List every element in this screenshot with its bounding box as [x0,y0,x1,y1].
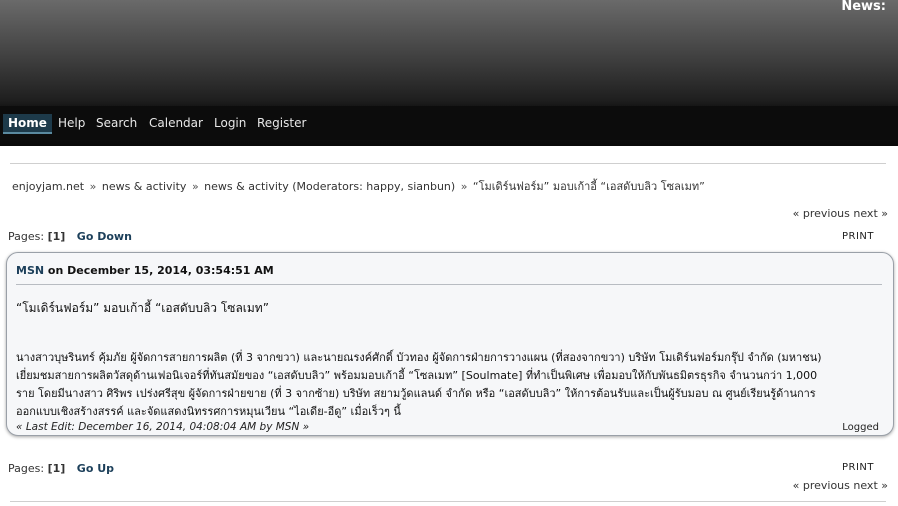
top-divider [10,163,886,164]
pagination-top: Pages: [1] Go Down [8,230,132,243]
post-date: on December 15, 2014, 03:54:51 AM [47,264,274,277]
page-number: [1] [47,462,66,475]
post-body-line: เยี่ยมชมสายการผลิตวัสดุด้านเฟอนิเจอร์ที่… [16,369,818,382]
breadcrumb: enjoyjam.net » news & activity » news & … [12,177,705,195]
page-number: [1] [47,230,66,243]
logged-label: Logged [842,422,879,433]
nav-help[interactable]: Help [53,114,90,134]
post-author[interactable]: MSN [16,264,44,277]
print-button[interactable]: PRINT [842,231,874,242]
next-topic-link-bottom[interactable]: next » [853,479,888,492]
post-body-line: ออกแบบเชิงสร้างสรรค์ และจัดแสดงนิทรรศการ… [16,405,401,418]
go-down-link[interactable]: Go Down [77,230,132,243]
breadcrumb-separator: » [460,180,468,193]
news-label: News: [841,0,886,14]
breadcrumb-category[interactable]: news & activity [102,180,187,193]
pages-label: Pages: [8,230,45,243]
nav-search[interactable]: Search [91,114,142,134]
print-button-bottom[interactable]: PRINT [842,462,874,473]
nav-login[interactable]: Login [209,114,251,134]
post-divider [16,284,882,285]
pagination-bottom: Pages: [1] Go Up [8,462,114,475]
breadcrumb-site[interactable]: enjoyjam.net [12,180,84,193]
post-container: MSN on December 15, 2014, 03:54:51 AM “โ… [6,252,894,436]
main-nav: Home Help Search Calendar Login Register [0,106,898,140]
post-header: MSN on December 15, 2014, 03:54:51 AM [16,264,274,277]
post-body-line: ราย โดยมีนางสาว ศิริพร เปร่งศรีสุข ผู้จั… [16,387,816,400]
last-edit-note: « Last Edit: December 16, 2014, 04:08:04… [16,421,310,433]
post-body: นางสาวบุษรินทร์ คุ้มภัย ผู้จัดการสายการผ… [16,349,876,421]
nav-calendar[interactable]: Calendar [144,114,208,134]
next-topic-link[interactable]: next » [853,207,888,220]
nav-register[interactable]: Register [252,114,311,134]
breadcrumb-board[interactable]: news & activity [204,180,289,193]
breadcrumb-separator: » [89,180,97,193]
previous-topic-link-bottom[interactable]: « previous [793,479,850,492]
go-up-link[interactable]: Go Up [77,462,114,475]
post-body-line: นางสาวบุษรินทร์ คุ้มภัย ผู้จัดการสายการผ… [16,351,822,364]
topic-nav-bottom: « previous next » [793,479,888,492]
breadcrumb-topic[interactable]: “โมเดิร์นฟอร์ม” มอบเก้าอี้ “เอสดับบลิว โ… [473,180,705,193]
pages-label: Pages: [8,462,45,475]
bottom-divider [10,501,886,502]
breadcrumb-moderators: (Moderators: happy, sianbun) [292,180,456,193]
nav-home[interactable]: Home [3,114,52,134]
breadcrumb-separator: » [191,180,199,193]
previous-topic-link[interactable]: « previous [793,207,850,220]
topic-nav-top: « previous next » [793,207,888,220]
post-title: “โมเดิร์นฟอร์ม” มอบเก้าอี้ “เอสดับบลิว โ… [16,301,269,315]
